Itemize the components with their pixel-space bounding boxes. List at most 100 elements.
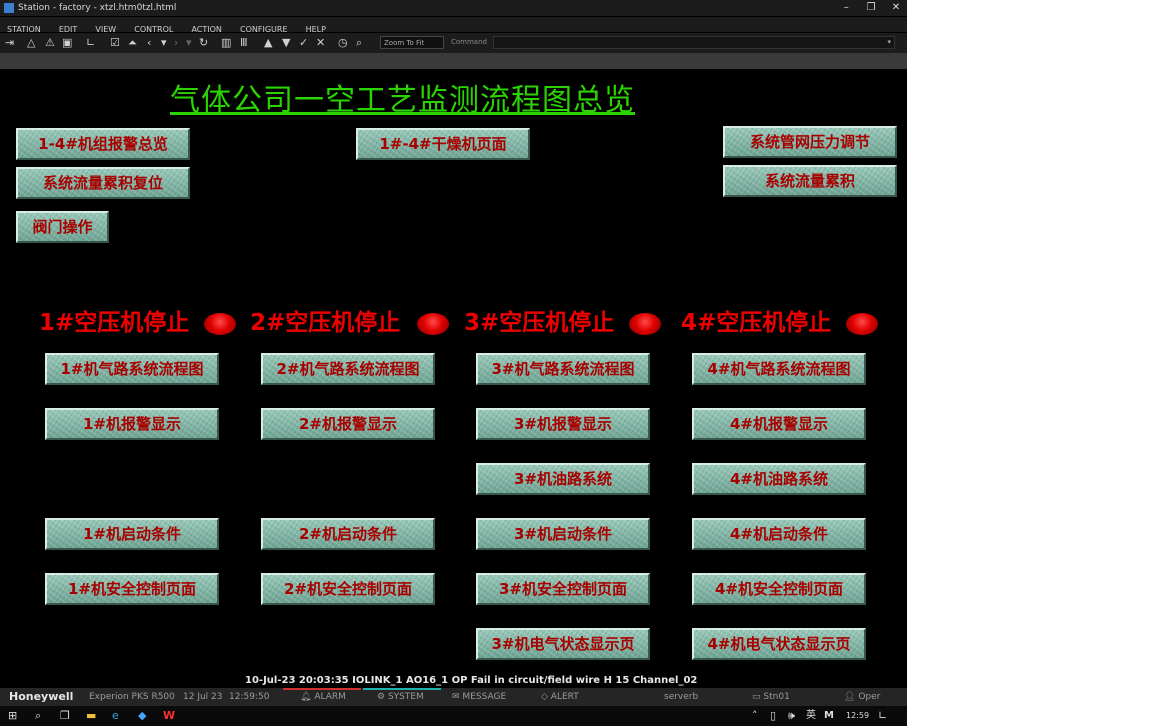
system-tab-label: SYSTEM	[387, 692, 424, 702]
enter-icon[interactable]: ✓	[299, 35, 308, 51]
unit4-oil-system-button[interactable]: 4#机油路系统	[692, 463, 866, 495]
honeywell-logo: Honeywell	[9, 690, 74, 703]
group-icon[interactable]: ▥	[221, 35, 231, 51]
warning-icon[interactable]: ⚠	[45, 35, 55, 51]
unit2-gas-flow-button[interactable]: 2#机气路系统流程图	[261, 353, 435, 385]
alarm-line-text: 10-Jul-23 20:03:35 IOLINK_1 AO16_1 OP Fa…	[245, 675, 698, 686]
unit3-electrical-status-button[interactable]: 3#机电气状态显示页	[476, 628, 650, 660]
unit3-start-conditions-button[interactable]: 3#机启动条件	[476, 518, 650, 550]
task-view-icon[interactable]: ❐	[60, 708, 70, 724]
clock-icon[interactable]: ◷	[338, 35, 348, 51]
search-icon[interactable]: ⌕	[356, 35, 362, 51]
unit3-alarm-button[interactable]: 3#机报警显示	[476, 408, 650, 440]
page-title: 气体公司一空工艺监测流程图总览	[170, 83, 635, 118]
server-name: serverb	[664, 692, 699, 702]
restore-button[interactable]: ❐	[860, 0, 882, 16]
unit4-alarm-button[interactable]: 4#机报警显示	[692, 408, 866, 440]
window-title: Station - factory - xtzl.htm0tzl.html	[18, 3, 177, 13]
flow-total-button[interactable]: 系统流量累积	[723, 165, 897, 197]
unit4-electrical-status-button[interactable]: 4#机电气状态显示页	[692, 628, 866, 660]
operator-indicator: 👤︎ Oper	[844, 688, 880, 706]
alarm-line[interactable]: 10-Jul-23 20:03:35 IOLINK_1 AO16_1 OP Fa…	[0, 674, 907, 688]
unit2-alarm-button[interactable]: 2#机报警显示	[261, 408, 435, 440]
edge-browser-icon[interactable]: e	[112, 708, 119, 724]
unit1-alarm-button[interactable]: 1#机报警显示	[45, 408, 219, 440]
lower-icon[interactable]: ▼	[282, 35, 290, 51]
dryer-page-button[interactable]: 1#-4#干燥机页面	[356, 128, 530, 160]
station-name: Stn01	[763, 692, 790, 702]
input-mode-indicator[interactable]: M	[824, 708, 834, 724]
unit1-gas-flow-button[interactable]: 1#机气路系统流程图	[45, 353, 219, 385]
alert-tab-label: ALERT	[550, 692, 579, 702]
alarm-summary-icon[interactable]: △	[27, 35, 35, 51]
chevron-up-icon[interactable]: ˄	[752, 708, 758, 724]
notification-icon[interactable]: ∟	[878, 708, 887, 724]
compressor-3-status-lamp	[629, 313, 661, 335]
pressure-regulation-button[interactable]: 系统管网压力调节	[723, 126, 897, 158]
unit3-safety-control-button[interactable]: 3#机安全控制页面	[476, 573, 650, 605]
unit1-safety-control-button[interactable]: 1#机安全控制页面	[45, 573, 219, 605]
cancel-icon[interactable]: ✕	[316, 35, 325, 51]
compressor-1-status: 1#空压机停止	[39, 310, 190, 336]
unit4-start-conditions-button[interactable]: 4#机启动条件	[692, 518, 866, 550]
alarm-overview-button[interactable]: 1-4#机组报警总览	[16, 128, 190, 160]
message-tab-label: MESSAGE	[462, 692, 507, 702]
title-bar: Station - factory - xtzl.htm0tzl.html – …	[0, 0, 907, 16]
menu-bar: STATION EDIT VIEW CONTROL ACTION CONFIGU…	[0, 17, 907, 34]
close-button[interactable]: ✕	[885, 0, 907, 16]
compressor-4-status-lamp	[846, 313, 878, 335]
status-date: 12 Jul 23	[183, 692, 223, 702]
zoom-select[interactable]: Zoom To Fit	[380, 36, 444, 49]
acknowledge-icon[interactable]: ⏶	[128, 35, 137, 51]
command-input[interactable]: ▾	[493, 36, 895, 49]
chevron-down-icon[interactable]: ▾	[887, 37, 891, 48]
compressor-4-status: 4#空压机停止	[681, 310, 832, 336]
clock[interactable]: 12:59	[846, 708, 869, 724]
unit1-start-conditions-button[interactable]: 1#机启动条件	[45, 518, 219, 550]
event-icon[interactable]: ▣	[62, 35, 72, 51]
display-header-strip	[0, 53, 907, 69]
search-icon[interactable]: ⌕	[35, 708, 41, 724]
system-tab[interactable]: ⚙ SYSTEM	[377, 688, 424, 706]
unit4-safety-control-button[interactable]: 4#机安全控制页面	[692, 573, 866, 605]
system-icon: ⚙	[377, 692, 386, 702]
alert-icon: ◇	[541, 692, 548, 702]
detail-icon[interactable]: Ⅲ	[240, 35, 248, 51]
page-up-icon[interactable]: ⇥	[5, 35, 14, 51]
unit3-gas-flow-button[interactable]: 3#机气路系统流程图	[476, 353, 650, 385]
app-icon	[4, 3, 14, 13]
alarm-tab[interactable]: 🔔︎ ALARM	[300, 688, 346, 706]
checklist-icon[interactable]: ☑	[110, 35, 120, 51]
network-icon[interactable]: ▯	[770, 708, 776, 724]
message-icon: ✉	[452, 692, 460, 702]
back-dropdown-icon[interactable]: ▾	[161, 35, 167, 51]
compressor-2-status: 2#空压机停止	[250, 310, 401, 336]
unit3-oil-system-button[interactable]: 3#机油路系统	[476, 463, 650, 495]
command-label: Command	[451, 38, 487, 46]
unit2-start-conditions-button[interactable]: 2#机启动条件	[261, 518, 435, 550]
flow-reset-button[interactable]: 系统流量累积复位	[16, 167, 190, 199]
windows-start-icon[interactable]: ⊞	[8, 708, 17, 724]
raise-icon[interactable]: ▲	[264, 35, 272, 51]
valve-operation-button[interactable]: 阀门操作	[16, 211, 109, 243]
compressor-3-status: 3#空压机停止	[464, 310, 615, 336]
trend-icon[interactable]: ∟	[86, 35, 95, 51]
refresh-icon[interactable]: ↻	[199, 35, 208, 51]
message-tab[interactable]: ✉ MESSAGE	[452, 688, 506, 706]
back-icon[interactable]: ‹	[147, 35, 151, 51]
file-explorer-icon[interactable]: ▬	[86, 708, 96, 724]
minimize-button[interactable]: –	[835, 0, 857, 16]
volume-icon[interactable]: 🕪︎	[788, 708, 795, 724]
forward-dropdown-icon[interactable]: ▾	[186, 35, 192, 51]
station-indicator: ▭ Stn01	[752, 688, 790, 706]
station-app-icon[interactable]: ◆	[138, 708, 146, 724]
windows-taskbar: ⊞ ⌕ ❐ ▬ e ◆ W ˄ ▯ 🕪︎ 英 M 12:59 ∟	[0, 706, 907, 726]
wps-app-icon[interactable]: W	[163, 708, 175, 724]
monitor-icon: ▭	[752, 692, 761, 702]
alarm-tab-label: ALARM	[314, 692, 346, 702]
alert-tab[interactable]: ◇ ALERT	[541, 688, 579, 706]
unit4-gas-flow-button[interactable]: 4#机气路系统流程图	[692, 353, 866, 385]
unit2-safety-control-button[interactable]: 2#机安全控制页面	[261, 573, 435, 605]
forward-icon[interactable]: ›	[174, 35, 178, 51]
input-method-label[interactable]: 英	[806, 708, 816, 724]
